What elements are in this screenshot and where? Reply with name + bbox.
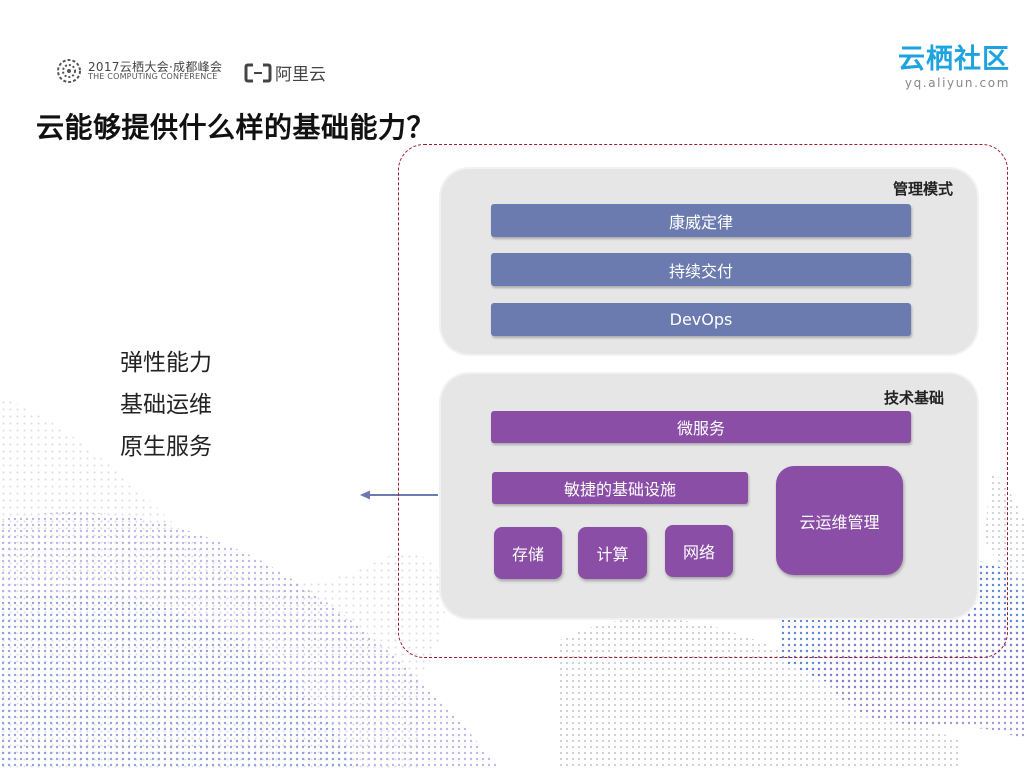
slide: 2017云栖大会·成都峰会 THE COMPUTING CONFERENCE 阿… (0, 0, 1024, 768)
continuous-delivery-bar: 持续交付 (491, 253, 911, 286)
management-label: 管理模式 (893, 180, 954, 198)
cloud-ops-management-tile: 云运维管理 (776, 466, 903, 575)
list-item: 弹性能力 (120, 350, 212, 376)
list-item: 原生服务 (120, 434, 212, 460)
compute-tile: 计算 (578, 527, 647, 579)
list-item: 基础运维 (120, 392, 212, 418)
conference-name-en: THE COMPUTING CONFERENCE (88, 72, 218, 82)
tech-foundation-label: 技术基础 (884, 389, 945, 407)
yunqi-community-logo: 云栖社区 yq.aliyun.com (898, 46, 1010, 90)
agile-infrastructure-bar: 敏捷的基础设施 (492, 472, 748, 504)
conference-logo: 2017云栖大会·成都峰会 THE COMPUTING CONFERENCE (56, 58, 222, 84)
community-title: 云栖社区 (898, 44, 1010, 75)
aliyun-brand-text: 阿里云 (275, 65, 326, 85)
slide-title: 云能够提供什么样的基础能力？ (36, 111, 436, 144)
storage-tile: 存储 (494, 527, 562, 579)
aliyun-logo: 阿里云 (244, 60, 326, 85)
microservice-bar: 微服务 (491, 411, 911, 443)
aliyun-bracket-icon (244, 63, 272, 82)
network-tile: 网络 (665, 525, 733, 577)
devops-bar: DevOps (491, 303, 911, 336)
community-url: yq.aliyun.com (904, 76, 1010, 90)
conference-globe-icon (57, 59, 81, 83)
capability-list: 弹性能力 基础运维 原生服务 (120, 342, 212, 468)
conway-law-bar: 康威定律 (491, 204, 911, 237)
